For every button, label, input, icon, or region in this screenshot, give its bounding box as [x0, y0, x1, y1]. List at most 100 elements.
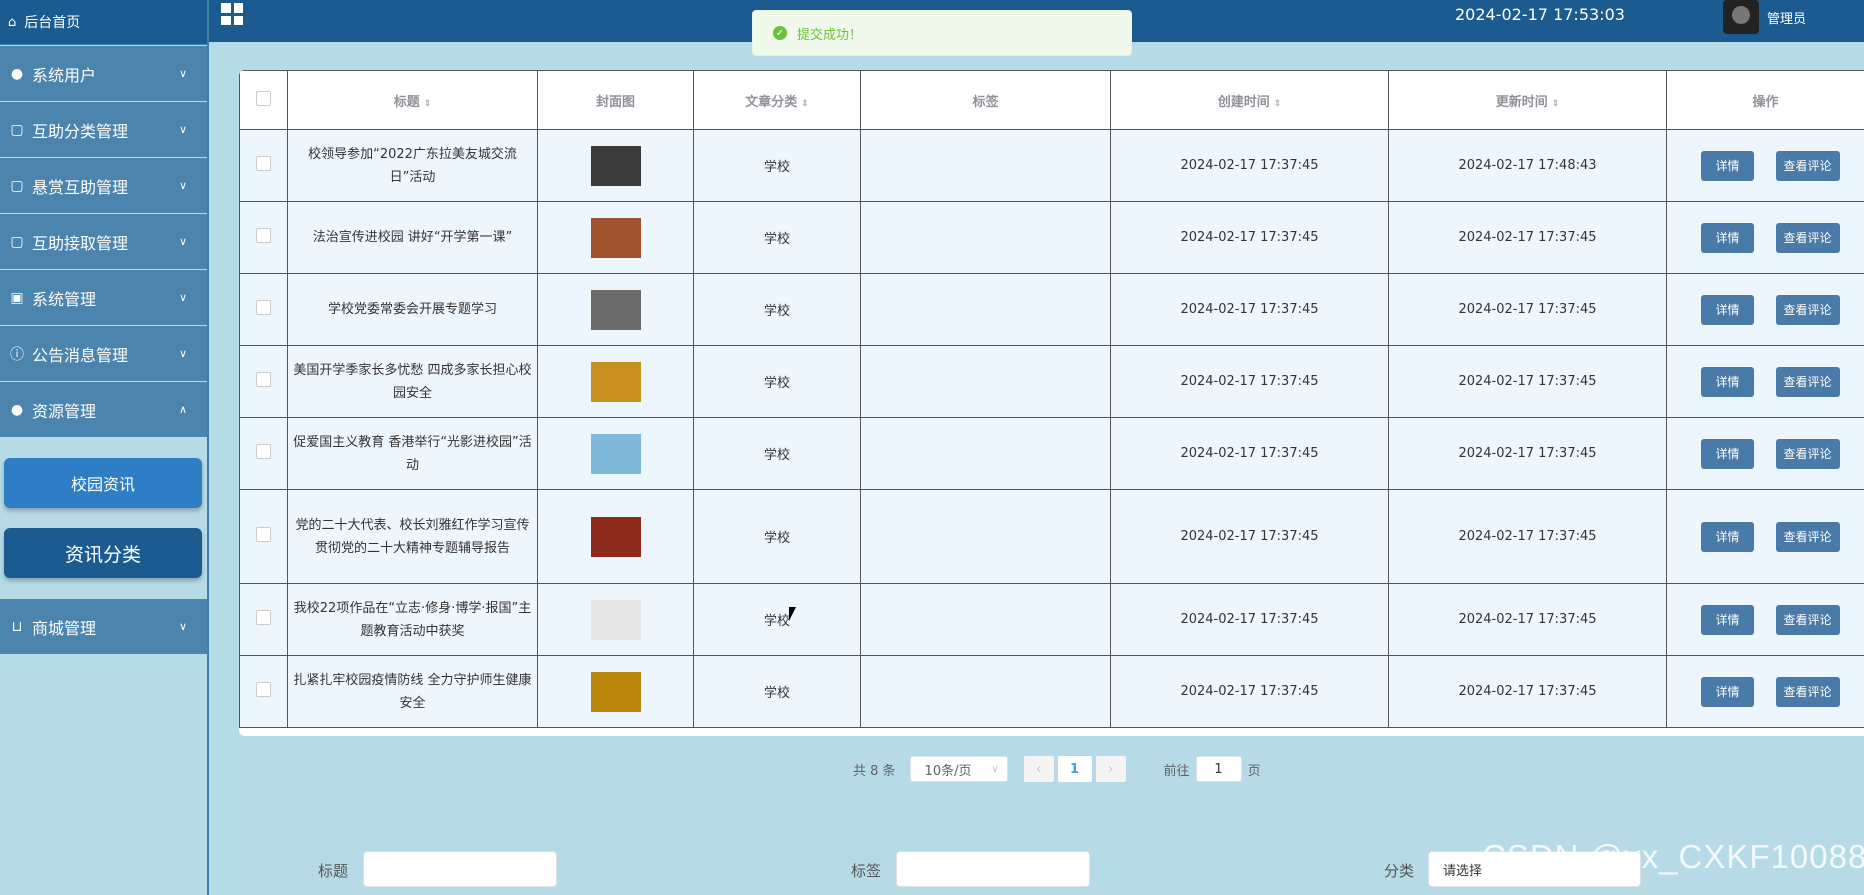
row-checkbox[interactable] — [256, 156, 271, 171]
sidebar-item-users[interactable]: ● 系统用户 ∨ — [0, 46, 207, 101]
row-updated: 2024-02-17 17:37:45 — [1388, 655, 1667, 728]
view-comments-button[interactable]: 查看评论 — [1775, 294, 1840, 325]
detail-button[interactable]: 详情 — [1701, 294, 1754, 325]
avatar[interactable] — [1723, 0, 1759, 34]
cover-image[interactable] — [590, 516, 641, 557]
row-select[interactable] — [239, 201, 288, 274]
detail-button[interactable]: 详情 — [1701, 521, 1754, 552]
detail-button[interactable]: 详情 — [1701, 676, 1754, 707]
row-actions: 详情 查看评论 — [1666, 129, 1864, 202]
select-all[interactable] — [239, 70, 288, 130]
sort-icon[interactable]: ⇕ — [1274, 99, 1282, 109]
cover-image[interactable] — [590, 217, 641, 258]
page-number[interactable]: 1 — [1057, 756, 1092, 782]
detail-button[interactable]: 详情 — [1701, 438, 1754, 469]
sidebar-item-bounty[interactable]: ▢ 悬赏互助管理 ∨ — [0, 158, 207, 213]
page-unit-label: 页 — [1247, 763, 1261, 779]
row-created: 2024-02-17 17:37:45 — [1110, 273, 1389, 346]
title-input[interactable] — [363, 851, 557, 887]
cover-image[interactable] — [590, 671, 641, 712]
col-label: 封面图 — [595, 94, 635, 110]
view-comments-button[interactable]: 查看评论 — [1775, 676, 1840, 707]
next-page-button[interactable]: › — [1095, 756, 1126, 782]
detail-button[interactable]: 详情 — [1701, 222, 1754, 253]
detail-button[interactable]: 详情 — [1701, 150, 1754, 181]
cover-image[interactable] — [590, 289, 641, 330]
sidebar-sub-news-category[interactable]: 资讯分类 — [4, 528, 202, 578]
menu-grid-icon[interactable] — [221, 3, 243, 25]
view-comments-button[interactable]: 查看评论 — [1775, 521, 1840, 552]
col-category[interactable]: 文章分类 ⇕ — [693, 70, 861, 130]
row-select[interactable] — [239, 273, 288, 346]
row-select[interactable] — [239, 345, 288, 418]
row-actions: 详情 查看评论 — [1666, 489, 1864, 584]
row-checkbox[interactable] — [256, 372, 271, 387]
tag-input[interactable] — [896, 851, 1090, 887]
select-all-checkbox[interactable] — [256, 90, 271, 106]
cover-image[interactable] — [590, 599, 641, 640]
view-comments-button[interactable]: 查看评论 — [1775, 604, 1840, 635]
col-label: 标题 — [393, 94, 420, 110]
prev-page-button[interactable]: ‹ — [1023, 756, 1054, 782]
table-row: 校领导参加“2022广东拉美友城交流日”活动 学校 2024-02-17 17:37… — [239, 129, 1864, 202]
detail-button[interactable]: 详情 — [1701, 366, 1754, 397]
news-table: 标题 ⇕ 封面图 文章分类 ⇕ 标签 创建时间 ⇕ 更新时间 ⇕ 操作 校领导参加“20… — [239, 70, 1864, 736]
row-cover — [537, 273, 694, 346]
page-size-select[interactable]: 10条/页 ∨ — [909, 756, 1008, 782]
view-comments-button[interactable]: 查看评论 — [1775, 438, 1840, 469]
sidebar-item-resource[interactable]: ● 资源管理 ∧ — [0, 382, 207, 437]
view-comments-button[interactable]: 查看评论 — [1775, 222, 1840, 253]
title-label: 标题 — [318, 862, 349, 880]
tag-label: 标签 — [851, 862, 882, 880]
sidebar-item-label: 互助接取管理 — [32, 233, 129, 253]
row-actions: 详情 查看评论 — [1666, 273, 1864, 346]
row-select[interactable] — [239, 129, 288, 202]
goto-input[interactable]: 1 — [1195, 756, 1242, 782]
row-select[interactable] — [239, 417, 288, 490]
cover-image[interactable] — [590, 361, 641, 402]
row-cover — [537, 345, 694, 418]
detail-button[interactable]: 详情 — [1701, 604, 1754, 635]
user-name[interactable]: 管理员 — [1767, 8, 1806, 27]
row-category: 学校 — [693, 201, 861, 274]
category-label: 分类 — [1384, 862, 1415, 880]
view-comments-button[interactable]: 查看评论 — [1775, 150, 1840, 181]
row-checkbox[interactable] — [256, 444, 271, 459]
view-comments-button[interactable]: 查看评论 — [1775, 366, 1840, 397]
sort-icon[interactable]: ⇕ — [424, 99, 432, 109]
row-checkbox[interactable] — [256, 228, 271, 243]
sidebar: ⌂ 后台首页 ● 系统用户 ∨ ▢ 互助分类管理 ∨ ▢ 悬赏互助管理 ∨ ▢ 互助接取管理 ∨… — [0, 0, 209, 895]
row-updated: 2024-02-17 17:37:45 — [1388, 583, 1667, 656]
sidebar-item-notice[interactable]: ⓘ 公告消息管理 ∨ — [0, 326, 207, 381]
row-actions: 详情 查看评论 — [1666, 201, 1864, 274]
col-label: 创建时间 — [1217, 94, 1270, 110]
row-checkbox[interactable] — [256, 300, 271, 315]
sidebar-item-accept[interactable]: ▢ 互助接取管理 ∨ — [0, 214, 207, 269]
row-title: 促爱国主义教育 香港举行“光影进校园”活动 — [287, 417, 538, 490]
col-updated[interactable]: 更新时间 ⇕ — [1388, 70, 1667, 130]
sidebar-sub-news[interactable]: 校园资讯 — [4, 458, 202, 508]
row-title: 校领导参加“2022广东拉美友城交流日”活动 — [287, 129, 538, 202]
sort-icon[interactable]: ⇕ — [1552, 99, 1560, 109]
sidebar-item-shop[interactable]: ⊔ 商城管理 ∨ — [0, 599, 207, 654]
col-created[interactable]: 创建时间 ⇕ — [1110, 70, 1389, 130]
chevron-down-icon: ∨ — [178, 123, 187, 136]
sidebar-home[interactable]: ⌂ 后台首页 — [0, 0, 207, 45]
col-title[interactable]: 标题 ⇕ — [287, 70, 538, 130]
row-updated: 2024-02-17 17:37:45 — [1388, 201, 1667, 274]
sidebar-item-category[interactable]: ▢ 互助分类管理 ∨ — [0, 102, 207, 157]
cover-image[interactable] — [590, 433, 641, 474]
cover-image[interactable] — [590, 145, 641, 186]
sort-icon[interactable]: ⇕ — [801, 99, 809, 109]
row-select[interactable] — [239, 489, 288, 584]
table-row: 党的二十大代表、校长刘雅红作学习宣传贯彻党的二十大精神专题辅导报告 学校 2024-… — [239, 489, 1864, 584]
sidebar-item-label: 资源管理 — [32, 401, 97, 421]
row-select[interactable] — [239, 583, 288, 656]
row-checkbox[interactable] — [256, 527, 271, 542]
info-icon: ⓘ — [10, 346, 24, 363]
sidebar-item-system[interactable]: ▣ 系统管理 ∨ — [0, 270, 207, 325]
row-checkbox[interactable] — [256, 682, 271, 697]
watermark: CSDN @vx_CXKF10088 — [1482, 838, 1864, 875]
row-select[interactable] — [239, 655, 288, 728]
row-checkbox[interactable] — [256, 610, 271, 625]
